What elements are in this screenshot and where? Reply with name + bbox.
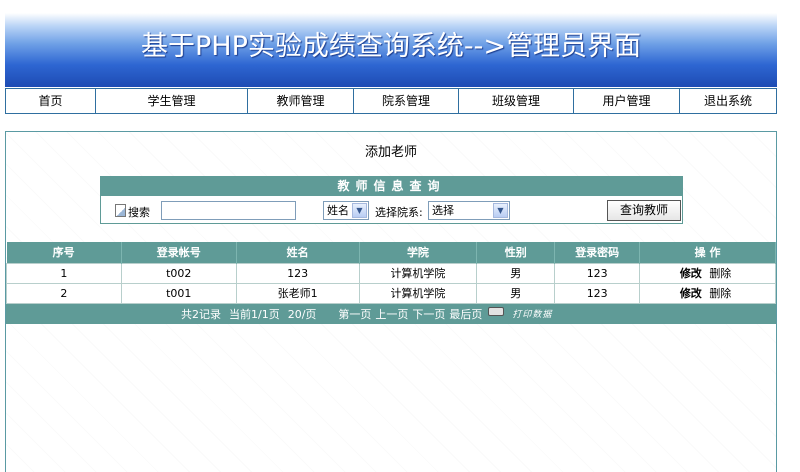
- first-page-link[interactable]: 第一页: [338, 306, 371, 322]
- header-operations: 操 作: [639, 242, 776, 263]
- next-page-link[interactable]: 下一页: [412, 306, 445, 322]
- current-page: 当前1/1页: [229, 307, 280, 321]
- table-header-row: 序号 登录帐号 姓名 学院 性别 登录密码 操 作: [6, 242, 776, 263]
- query-teacher-button[interactable]: 查询教师: [607, 200, 681, 221]
- cell-name: 123: [235, 262, 360, 284]
- cell-account: t002: [120, 262, 237, 284]
- last-page-link[interactable]: 最后页: [449, 306, 482, 322]
- nav-logout[interactable]: 退出系统: [680, 89, 776, 113]
- header-account: 登录帐号: [121, 242, 237, 263]
- search-input[interactable]: [161, 201, 296, 220]
- nav-department-management[interactable]: 院系管理: [354, 89, 459, 113]
- chevron-down-icon[interactable]: ▼: [352, 203, 367, 218]
- nav-teacher-management[interactable]: 教师管理: [248, 89, 354, 113]
- table-row: 2 t001 张老师1 计算机学院 男 123 修改 删除: [6, 282, 776, 304]
- header-password: 登录密码: [554, 242, 641, 263]
- cell-password: 123: [554, 262, 641, 284]
- cell-college: 计算机学院: [358, 282, 478, 304]
- cell-gender: 男: [476, 282, 556, 304]
- header-no: 序号: [6, 242, 122, 263]
- edit-link[interactable]: 修改: [680, 267, 702, 280]
- nav-home[interactable]: 首页: [6, 89, 96, 113]
- per-page: 20/页: [287, 307, 317, 321]
- search-field-value: 姓名: [327, 204, 349, 217]
- cell-no: 1: [6, 262, 122, 284]
- cell-password: 123: [554, 282, 641, 304]
- header-banner: 基于PHP实验成绩查询系统-->管理员界面: [5, 13, 777, 87]
- search-field-select[interactable]: 姓名 ▼: [323, 201, 369, 220]
- cell-account: t001: [120, 282, 237, 304]
- header-name: 姓名: [236, 242, 360, 263]
- document-icon: [115, 204, 126, 217]
- search-heading: 教师信息查询: [101, 177, 682, 196]
- chevron-down-icon[interactable]: ▼: [493, 203, 508, 218]
- search-row: 搜索 姓名 ▼ 选择院系: 选择 ▼ 查询教师: [101, 196, 682, 225]
- prev-page-link[interactable]: 上一页: [375, 306, 408, 322]
- header-gender: 性别: [476, 242, 556, 263]
- nav-student-management[interactable]: 学生管理: [96, 89, 248, 113]
- teacher-table: 序号 登录帐号 姓名 学院 性别 登录密码 操 作 1 t002 123 计算机…: [6, 242, 776, 324]
- nav-class-management[interactable]: 班级管理: [459, 89, 574, 113]
- college-label: 选择院系:: [375, 206, 423, 219]
- header-college: 学院: [359, 242, 478, 263]
- print-data-link[interactable]: 打印数据: [512, 307, 552, 320]
- cell-no: 2: [6, 282, 122, 304]
- printer-icon[interactable]: [488, 307, 505, 316]
- table-row: 1 t002 123 计算机学院 男 123 修改 删除: [6, 262, 776, 284]
- cell-operations: 修改 删除: [639, 262, 776, 284]
- app-title: 基于PHP实验成绩查询系统-->管理员界面: [141, 31, 641, 62]
- search-label: 搜索: [128, 206, 150, 219]
- content-panel: 添加老师 教师信息查询 搜索 姓名 ▼ 选择院系: 选择 ▼ 查询教师 序号 登…: [5, 131, 777, 472]
- cell-college: 计算机学院: [358, 262, 478, 284]
- delete-link[interactable]: 删除: [709, 267, 731, 280]
- cell-gender: 男: [476, 262, 556, 284]
- main-nav: 首页 学生管理 教师管理 院系管理 班级管理 用户管理 退出系统: [5, 88, 777, 114]
- cell-name: 张老师1: [235, 282, 360, 304]
- page-title: 添加老师: [364, 145, 417, 160]
- nav-user-management[interactable]: 用户管理: [574, 89, 680, 113]
- total-records: 共2记录: [181, 307, 221, 321]
- cell-operations: 修改 删除: [639, 282, 776, 304]
- pagination-bar: 共2记录 当前1/1页 20/页 第一页 上一页 下一页 最后页 打印数据: [6, 303, 776, 324]
- college-select-value: 选择: [432, 204, 454, 217]
- delete-link[interactable]: 删除: [709, 287, 731, 300]
- edit-link[interactable]: 修改: [680, 287, 702, 300]
- teacher-search-panel: 教师信息查询 搜索 姓名 ▼ 选择院系: 选择 ▼ 查询教师: [100, 176, 683, 224]
- college-select[interactable]: 选择 ▼: [428, 201, 510, 220]
